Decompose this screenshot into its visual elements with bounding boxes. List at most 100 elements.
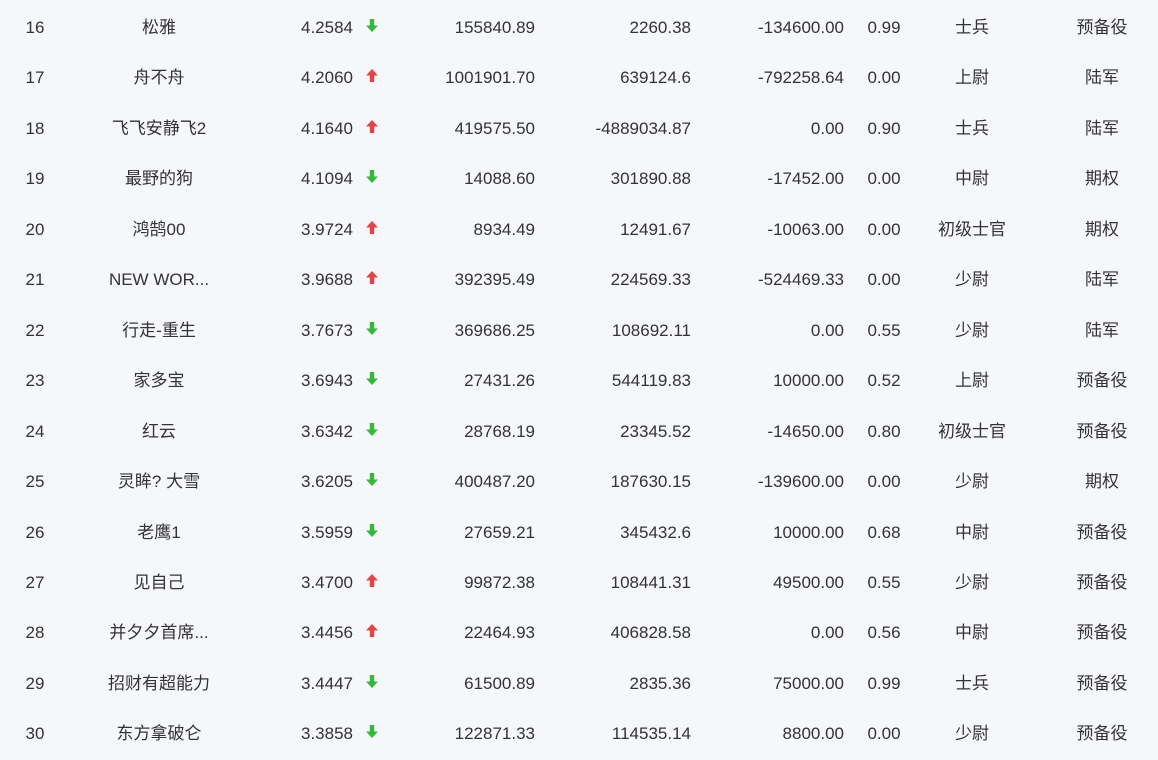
value-3-cell: 0.00	[810, 320, 844, 340]
table-row[interactable]: 30 东方拿破仑 3.3858 122871.33 114535.14 8800…	[0, 708, 1158, 758]
trend-cell	[362, 355, 382, 405]
table-row[interactable]: 21 NEW WOR... 3.9688 392395.49 224569.33…	[0, 254, 1158, 304]
name-cell[interactable]: 飞飞安静飞2	[60, 103, 258, 153]
branch-cell: 期权	[1085, 169, 1119, 189]
value-2-cell: 12491.67	[620, 219, 691, 239]
name-cell[interactable]: 老鹰1	[60, 507, 258, 557]
ratio-cell: 0.00	[867, 270, 901, 290]
name-cell[interactable]: 灵眸? 大雪	[60, 456, 258, 506]
table-row[interactable]: 24 红云 3.6342 28768.19 23345.52 -14650.00…	[0, 406, 1158, 456]
arrow-up-icon	[365, 68, 379, 83]
table-row[interactable]: 17 舟不舟 4.2060 1001901.70 639124.6 -79225…	[0, 52, 1158, 102]
table-row[interactable]: 16 松雅 4.2584 155840.89 2260.38 -134600.0…	[0, 2, 1158, 52]
name-cell[interactable]: 见自己	[60, 557, 258, 607]
table-row[interactable]: 23 家多宝 3.6943 27431.26 544119.83 10000.0…	[0, 355, 1158, 405]
score-cell: 3.6342	[301, 421, 353, 441]
name-cell[interactable]: 鸿鹄00	[60, 204, 258, 254]
table-row[interactable]: 25 灵眸? 大雪 3.6205 400487.20 187630.15 -13…	[0, 456, 1158, 506]
ratio-cell: 0.90	[867, 118, 901, 138]
table-row[interactable]: 27 见自己 3.4700 99872.38 108441.31 49500.0…	[0, 557, 1158, 607]
value-2-cell: 2260.38	[629, 18, 691, 37]
score-cell: 4.2584	[301, 18, 353, 37]
ratio-cell: 0.55	[867, 572, 901, 592]
arrow-down-icon	[365, 321, 379, 336]
value-1-cell: 419575.50	[454, 118, 535, 138]
trend-cell	[362, 305, 382, 355]
value-1-cell: 400487.20	[454, 472, 535, 492]
table-row[interactable]: 22 行走-重生 3.7673 369686.25 108692.11 0.00…	[0, 305, 1158, 355]
arrow-down-icon	[365, 422, 379, 437]
trend-cell	[362, 557, 382, 607]
table-row[interactable]: 28 并夕夕首席... 3.4456 22464.93 406828.58 0.…	[0, 607, 1158, 657]
name-cell[interactable]: 红云	[60, 406, 258, 456]
title-cell: 士兵	[955, 18, 989, 37]
value-3-cell: -792258.64	[757, 68, 844, 88]
name-cell[interactable]: 并夕夕首席...	[60, 607, 258, 657]
branch-cell: 预备役	[1076, 18, 1128, 37]
arrow-up-icon	[365, 270, 379, 285]
value-2-cell: 2835.36	[629, 673, 691, 693]
table-row[interactable]: 18 飞飞安静飞2 4.1640 419575.50 -4889034.87 0…	[0, 103, 1158, 153]
name-cell[interactable]: 舟不舟	[60, 52, 258, 102]
arrow-down-icon	[365, 472, 379, 487]
value-2-cell: 406828.58	[610, 623, 691, 643]
value-3-cell: 0.00	[810, 118, 844, 138]
score-cell: 4.1094	[301, 169, 353, 189]
table-row[interactable]: 29 招财有超能力 3.4447 61500.89 2835.36 75000.…	[0, 658, 1158, 708]
table-row[interactable]: 19 最野的狗 4.1094 14088.60 301890.88 -17452…	[0, 153, 1158, 203]
branch-cell: 预备役	[1076, 371, 1128, 391]
arrow-up-icon	[365, 623, 379, 638]
ratio-cell: 0.68	[867, 522, 901, 542]
table-row[interactable]: 26 老鹰1 3.5959 27659.21 345432.6 10000.00…	[0, 507, 1158, 557]
arrow-down-icon	[365, 674, 379, 689]
title-cell: 少尉	[955, 320, 989, 340]
branch-cell: 预备役	[1076, 724, 1128, 744]
trend-cell	[362, 406, 382, 456]
title-cell: 少尉	[955, 270, 989, 290]
title-cell: 士兵	[955, 118, 989, 138]
value-1-cell: 1001901.70	[445, 68, 535, 88]
score-cell: 4.1640	[301, 118, 353, 138]
arrow-down-icon	[365, 169, 379, 184]
branch-cell: 预备役	[1076, 522, 1128, 542]
name-cell[interactable]: 家多宝	[60, 355, 258, 405]
arrow-up-icon	[365, 220, 379, 235]
score-cell: 3.9724	[301, 219, 353, 239]
branch-cell: 期权	[1085, 219, 1119, 239]
value-3-cell: -17452.00	[767, 169, 844, 189]
branch-cell: 预备役	[1076, 572, 1128, 592]
arrow-up-icon	[365, 573, 379, 588]
name-cell[interactable]: 东方拿破仑	[60, 708, 258, 758]
trend-cell	[362, 52, 382, 102]
branch-cell: 陆军	[1085, 118, 1119, 138]
name-cell[interactable]: 行走-重生	[60, 305, 258, 355]
value-3-cell: -524469.33	[757, 270, 844, 290]
value-2-cell: 544119.83	[611, 371, 691, 391]
arrow-down-icon	[365, 18, 379, 33]
branch-cell: 陆军	[1085, 270, 1119, 290]
value-2-cell: -4889034.87	[595, 118, 691, 138]
value-3-cell: -134600.00	[757, 18, 844, 37]
name-cell[interactable]: NEW WOR...	[60, 254, 258, 304]
score-cell: 3.9688	[301, 270, 353, 290]
name-cell[interactable]: 松雅	[60, 2, 258, 52]
ratio-cell: 0.00	[867, 68, 901, 88]
value-3-cell: 10000.00	[773, 522, 844, 542]
value-3-cell: -10063.00	[767, 219, 844, 239]
value-2-cell: 108692.11	[611, 320, 691, 340]
title-cell: 中尉	[955, 169, 989, 189]
ratio-cell: 0.56	[867, 623, 901, 643]
score-cell: 3.4456	[301, 623, 353, 643]
name-cell[interactable]: 最野的狗	[60, 153, 258, 203]
branch-cell: 预备役	[1076, 421, 1128, 441]
value-2-cell: 108441.31	[610, 572, 691, 592]
table-row[interactable]: 20 鸿鹄00 3.9724 8934.49 12491.67 -10063.0…	[0, 204, 1158, 254]
title-cell: 初级士官	[938, 219, 1006, 239]
arrow-up-icon	[365, 119, 379, 134]
value-1-cell: 392395.49	[454, 270, 535, 290]
title-cell: 少尉	[955, 572, 989, 592]
value-1-cell: 27659.21	[464, 522, 535, 542]
name-cell[interactable]: 招财有超能力	[60, 658, 258, 708]
ratio-cell: 0.99	[867, 18, 901, 37]
trend-cell	[362, 2, 382, 52]
